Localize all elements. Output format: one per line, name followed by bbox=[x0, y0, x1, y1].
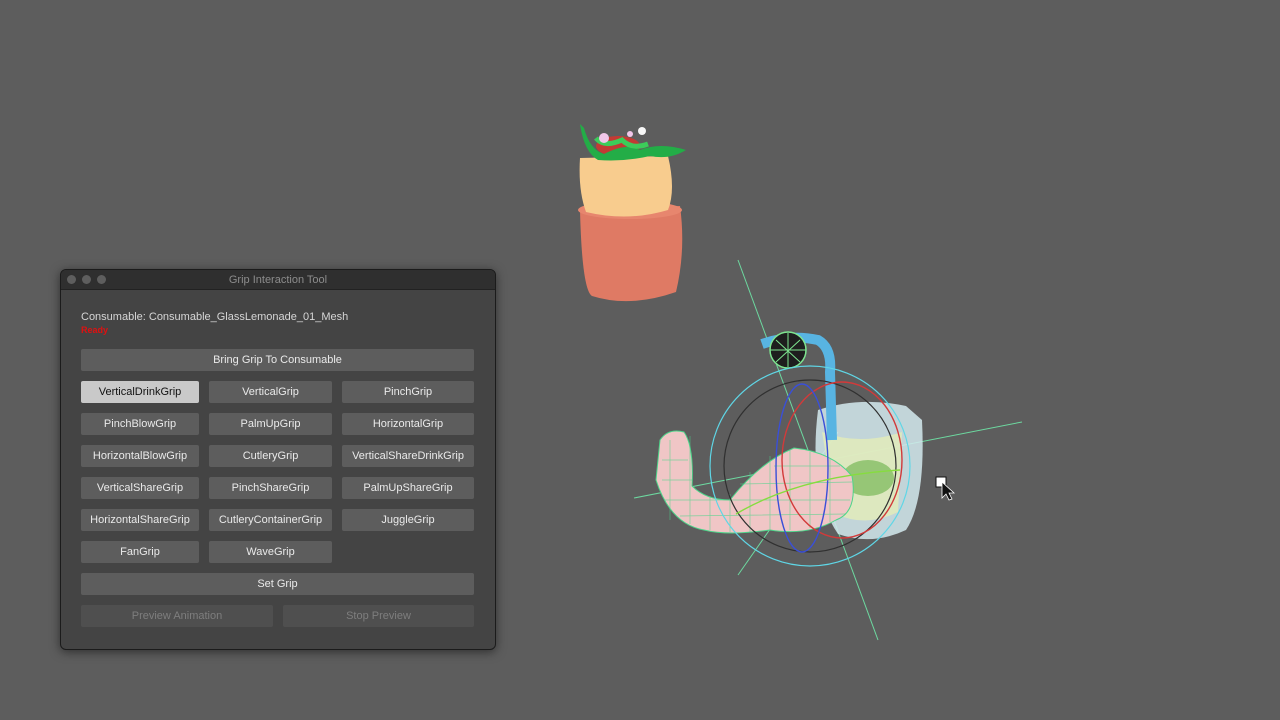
mouse-cursor-icon bbox=[935, 476, 956, 501]
grip-button-palm-up[interactable]: PalmUpGrip bbox=[209, 413, 332, 435]
grip-button-palm-up-share[interactable]: PalmUpShareGrip bbox=[342, 477, 474, 499]
grip-button-wave[interactable]: WaveGrip bbox=[209, 541, 332, 563]
grip-button-pinch-blow[interactable]: PinchBlowGrip bbox=[81, 413, 199, 435]
preview-animation-button[interactable]: Preview Animation bbox=[81, 605, 273, 627]
grip-button-vertical-drink[interactable]: VerticalDrinkGrip bbox=[81, 381, 199, 403]
set-grip-button[interactable]: Set Grip bbox=[81, 573, 474, 595]
tool-content: Consumable: Consumable_GlassLemonade_01_… bbox=[81, 310, 474, 338]
grip-button-fan[interactable]: FanGrip bbox=[81, 541, 199, 563]
grip-button-cutlery[interactable]: CutleryGrip bbox=[209, 445, 332, 467]
consumable-label: Consumable: Consumable_GlassLemonade_01_… bbox=[81, 311, 349, 323]
close-window-button[interactable] bbox=[67, 275, 76, 284]
grip-button-pinch-share[interactable]: PinchShareGrip bbox=[209, 477, 332, 499]
status-text: Ready bbox=[81, 325, 109, 335]
grip-button-juggle[interactable]: JuggleGrip bbox=[342, 509, 474, 531]
food-cup-model[interactable] bbox=[578, 124, 686, 302]
maximize-window-button[interactable] bbox=[97, 275, 106, 284]
grip-button-horizontal-blow[interactable]: HorizontalBlowGrip bbox=[81, 445, 199, 467]
grip-interaction-tool-window: Grip Interaction Tool Consumable: Consum… bbox=[60, 269, 496, 650]
bring-grip-to-consumable-button[interactable]: Bring Grip To Consumable bbox=[81, 349, 474, 371]
minimize-window-button[interactable] bbox=[82, 275, 91, 284]
grip-button-horizontal-share[interactable]: HorizontalShareGrip bbox=[81, 509, 199, 531]
window-titlebar[interactable]: Grip Interaction Tool bbox=[61, 270, 495, 290]
stop-preview-button[interactable]: Stop Preview bbox=[283, 605, 474, 627]
window-title: Grip Interaction Tool bbox=[228, 274, 328, 286]
grip-button-pinch[interactable]: PinchGrip bbox=[342, 381, 474, 403]
grip-button-cutlery-container[interactable]: CutleryContainerGrip bbox=[209, 509, 332, 531]
grip-button-vertical[interactable]: VerticalGrip bbox=[209, 381, 332, 403]
grip-button-vertical-share[interactable]: VerticalShareGrip bbox=[81, 477, 199, 499]
grip-button-vertical-share-drink[interactable]: VerticalShareDrinkGrip bbox=[342, 445, 474, 467]
grip-button-horizontal[interactable]: HorizontalGrip bbox=[342, 413, 474, 435]
